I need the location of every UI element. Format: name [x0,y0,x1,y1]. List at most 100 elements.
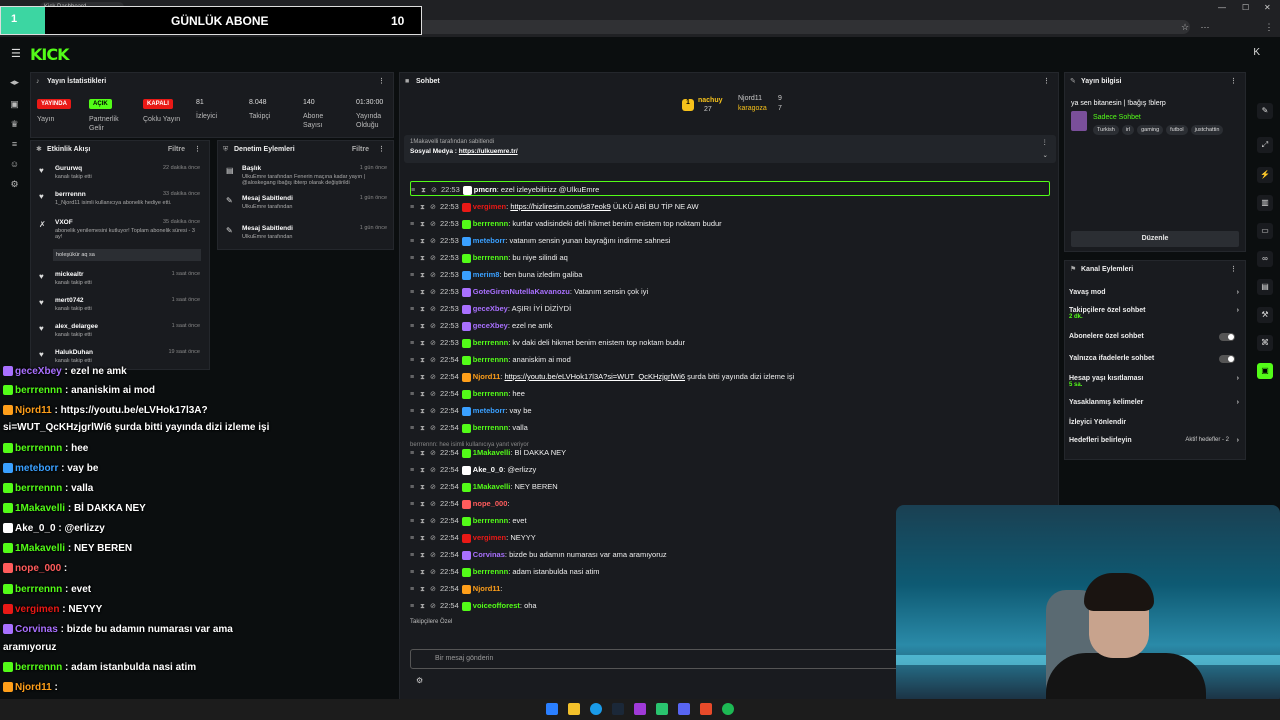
activity-user[interactable]: mert0742 [55,297,84,304]
link-icon[interactable]: ∞ [1257,251,1273,267]
ban-icon[interactable]: ⊘ [431,183,441,195]
message-user[interactable]: merim8 [473,270,500,279]
message-user[interactable]: GoteGirenNutellaKavanozu [473,287,570,296]
pin-icon[interactable]: ≡ [410,514,420,528]
pin-icon[interactable]: ≡ [410,234,420,248]
chevron-right-icon[interactable]: › [1237,307,1239,314]
pin-icon[interactable]: ≡ [410,531,420,545]
spotify-icon[interactable] [722,703,734,715]
pin-icon[interactable]: ≡ [410,480,420,494]
channel-action-row[interactable]: Yalnızca ifadelerle sohbet [1069,355,1239,363]
stream-tag[interactable]: justchattin [1190,125,1224,135]
timeout-icon[interactable]: ⧗ [420,548,430,562]
timeout-icon[interactable]: ⧗ [420,387,430,401]
chat-message[interactable]: ≡ ⧗ ⊘ 22:54 1Makavelli: NEY BEREN [410,479,1050,494]
wrench-icon[interactable]: ⚒ [1257,307,1273,323]
settings-icon[interactable]: ⚙ [9,179,20,190]
clipboard-icon[interactable]: ▤ [1257,279,1273,295]
ban-icon[interactable]: ⊘ [430,421,440,435]
chat-message[interactable]: ≡ ⧗ ⊘ 22:53 merim8: ben buna izledim galiba [410,267,1050,282]
message-user[interactable]: Corvinas [473,550,505,559]
activity-user[interactable]: Gururwq [55,165,82,172]
activity-user[interactable]: VXOF [55,219,73,226]
status-badge[interactable]: AÇIK [89,99,112,109]
stream-icon[interactable]: ◂▸ [9,77,20,88]
message-user[interactable]: berrrennn [473,338,508,347]
timeout-icon[interactable]: ⧗ [420,531,430,545]
stream-tag[interactable]: gaming [1137,125,1164,135]
timeout-icon[interactable]: ⧗ [420,497,430,511]
filter-button[interactable]: Filtre [352,141,369,159]
message-user[interactable]: geceXbey [473,304,508,313]
file-explorer-icon[interactable] [568,703,580,715]
channel-action-row[interactable]: Abonelere özel sohbet [1069,333,1239,341]
extensions-icon[interactable]: ⋯ [1200,22,1210,32]
pin-icon[interactable]: ≡ [410,387,420,401]
edge-icon[interactable] [590,703,602,715]
chat-message[interactable]: ≡ ⧗ ⊘ 22:54 berrrennn: valla [410,420,1050,435]
ban-icon[interactable]: ⊘ [430,514,440,528]
activity-user[interactable]: mickealtr [55,271,84,278]
message-user[interactable]: meteborr [473,236,506,245]
chat-message[interactable]: ≡ ⧗ ⊘ 22:53 vergimen: https://hizliresim.com… [410,199,1050,214]
pin-icon[interactable]: ≡ [410,268,420,282]
pinned-message[interactable]: 1Makavelli tarafından sabitlendi Sosyal … [404,135,1056,163]
hamburger-icon[interactable]: ☰ [11,47,21,60]
message-link[interactable]: https://hizliresim.com/s87eok9 [510,202,610,211]
edit-button[interactable]: Düzenle [1071,231,1239,247]
status-badge[interactable]: YAYINDA [37,99,71,109]
ban-icon[interactable]: ⊘ [430,387,440,401]
steam-icon[interactable] [612,703,624,715]
chat-message[interactable]: ≡ ⧗ ⊘ 22:53 berrrennn: kurtlar vadisindeki d… [410,216,1050,231]
chat-message[interactable]: ≡ ⧗ ⊘ 22:54 Njord11: https://youtu.be/eLVHok… [410,369,1050,384]
chevron-right-icon[interactable]: › [1237,437,1239,444]
chat-message[interactable]: ≡ ⧗ ⊘ 22:54 meteborr: vay be [410,403,1050,418]
whatsapp-icon[interactable] [656,703,668,715]
channel-action-row[interactable]: Hesap yaşı kısıtlaması 5 sa. › [1069,375,1239,388]
activity-menu-icon[interactable]: ⋮ [194,141,201,159]
menu-icon[interactable]: ⋮ [1264,22,1274,32]
pin-icon[interactable]: ≡ [410,370,420,384]
pin-icon[interactable]: ≡ [410,251,420,265]
channel-action-row[interactable]: Yavaş mod › [1069,289,1239,296]
chevron-right-icon[interactable]: › [1237,289,1239,296]
message-user[interactable]: 1Makavelli [473,448,511,457]
timeout-icon[interactable]: ⧗ [420,582,430,596]
kick-k-icon[interactable]: K [1253,47,1260,58]
ban-icon[interactable]: ⊘ [430,548,440,562]
discord-icon[interactable] [678,703,690,715]
chat-message[interactable]: ≡ ⧗ ⊘ 22:54 Ake_0_0: @erlizzy [410,462,1050,477]
message-user[interactable]: vergimen [473,202,506,211]
ban-icon[interactable]: ⊘ [430,336,440,350]
stats-menu-icon[interactable]: ⋮ [378,73,385,91]
ban-icon[interactable]: ⊘ [430,234,440,248]
activity-user[interactable]: HalukDuhan [55,349,93,356]
ban-icon[interactable]: ⊘ [430,285,440,299]
message-user[interactable]: Ake_0_0 [473,465,503,474]
timeout-icon[interactable]: ⧗ [420,234,430,248]
category-link[interactable]: Sadece Sohbet [1093,114,1141,121]
timeout-icon[interactable]: ⧗ [420,404,430,418]
message-user[interactable]: berrrennn [473,423,508,432]
pin-icon[interactable]: ≡ [410,217,420,231]
timeout-icon[interactable]: ⧗ [420,565,430,579]
trophy-icon[interactable]: ♛ [9,119,20,130]
chat-message[interactable]: ≡ ⧗ ⊘ 22:54 berrrennn: ananiskim ai mod [410,352,1050,367]
message-user[interactable]: berrrennn [473,355,508,364]
message-icon[interactable]: ▭ [1257,223,1273,239]
chat-message[interactable]: ≡ ⧗ ⊘ 22:53 pmcrn: ezel izleyebilirizz @Ulku… [410,181,1050,196]
chat-message[interactable]: ≡ ⧗ ⊘ 22:53 meteborr: vatanım sensin yunan b… [410,233,1050,248]
ban-icon[interactable]: ⊘ [430,480,440,494]
filter-button[interactable]: Filtre [168,141,185,159]
pinned-link[interactable]: https://ulkuemre.tr/ [459,148,518,155]
timeout-icon[interactable]: ⧗ [420,217,430,231]
pin-icon[interactable]: ≡ [410,353,420,367]
list-icon[interactable]: ≡ [9,139,20,150]
pin-icon[interactable]: ≡ [410,319,420,333]
pin-icon[interactable]: ≡ [410,404,420,418]
message-user[interactable]: geceXbey [473,321,508,330]
timeout-icon[interactable]: ⧗ [420,514,430,528]
ban-icon[interactable]: ⊘ [430,370,440,384]
app2-icon[interactable] [700,703,712,715]
pin-icon[interactable]: ≡ [410,200,420,214]
